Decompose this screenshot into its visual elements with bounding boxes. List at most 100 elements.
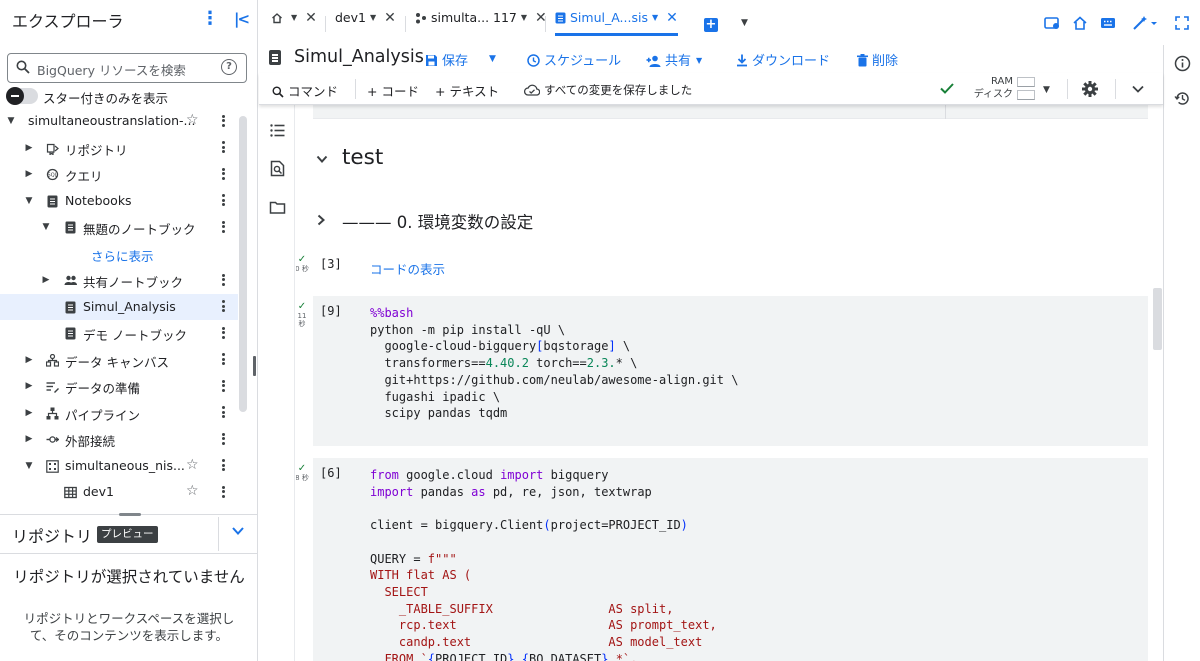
collapse-panel-icon[interactable]: |< xyxy=(230,8,252,30)
add-text-button[interactable]: + テキスト xyxy=(435,81,499,100)
home-icon[interactable] xyxy=(1071,14,1089,32)
close-icon[interactable]: ✕ xyxy=(305,10,317,26)
tree-item[interactable]: ▶ SQL クエリ xyxy=(0,161,238,188)
tab-query[interactable]: simulta... 117 ▼ ✕ xyxy=(415,10,547,36)
code-cell[interactable]: ✓ 0 秒 [3] コードの表示 xyxy=(296,249,1148,283)
more-options-icon[interactable] xyxy=(218,272,228,288)
caret-down-icon[interactable]: ▼ xyxy=(24,461,34,471)
tree-item[interactable]: ▶ データ キャンバス xyxy=(0,347,238,374)
table-of-contents-icon[interactable] xyxy=(269,122,286,139)
tree-item[interactable]: Simul_Analysis xyxy=(0,293,238,320)
folder-icon[interactable] xyxy=(269,199,286,216)
tree-item[interactable]: デモ ノートブック xyxy=(0,320,238,347)
tab-home[interactable]: ▼ ✕ xyxy=(271,10,317,36)
help-icon[interactable]: ? xyxy=(221,59,237,75)
tree-item[interactable]: ▼ 無題のノートブック xyxy=(0,214,238,241)
panel-resize-handle[interactable] xyxy=(253,356,256,376)
tree-item[interactable]: dev1 ☆ xyxy=(0,479,238,506)
tree-item[interactable]: ▶ パイプライン xyxy=(0,400,238,427)
chevron-right-icon[interactable] xyxy=(316,214,326,226)
more-options-icon[interactable] xyxy=(218,484,228,500)
more-options-icon[interactable] xyxy=(218,458,228,474)
more-options-icon[interactable] xyxy=(218,405,228,421)
tab-simul-analysis[interactable]: Simul_A...sis ▼ ✕ xyxy=(555,10,678,36)
tab-dropdown-icon[interactable]: ▼ xyxy=(291,13,297,22)
runtime-icon[interactable] xyxy=(1043,14,1061,32)
bigquery-search-input[interactable]: BigQuery リソースを検索 ? xyxy=(7,53,247,83)
chevron-down-icon[interactable] xyxy=(230,523,246,539)
resource-monitor[interactable]: RAM ディスク xyxy=(965,75,1035,101)
more-options-icon[interactable] xyxy=(218,352,228,368)
more-options-icon[interactable] xyxy=(218,219,228,235)
gear-icon[interactable] xyxy=(1081,80,1099,98)
save-options-dropdown[interactable]: ▼ xyxy=(489,54,496,64)
tab-overflow-icon[interactable]: ▼ xyxy=(741,18,748,28)
caret-right-icon[interactable]: ▶ xyxy=(24,381,34,391)
explorer-scrollbar[interactable] xyxy=(239,116,247,412)
info-icon[interactable] xyxy=(1174,55,1191,72)
more-options-icon[interactable] xyxy=(218,378,228,394)
close-icon[interactable]: ✕ xyxy=(666,10,678,26)
tree-item[interactable]: さらに表示 xyxy=(0,241,238,268)
more-options-icon[interactable] xyxy=(218,140,228,156)
tree-item[interactable]: ▼ simultaneous_nis... ☆ xyxy=(0,453,238,480)
schedule-button[interactable]: スケジュール xyxy=(527,50,621,69)
history-icon[interactable] xyxy=(1174,90,1191,107)
share-button[interactable]: 共有 ▼ xyxy=(646,50,702,69)
fullscreen-icon[interactable] xyxy=(1173,14,1191,32)
tree-item[interactable]: ▼ simultaneoustranslation-... ☆ xyxy=(0,108,238,135)
star-icon[interactable]: ☆ xyxy=(186,483,199,499)
code-cell[interactable]: ✓ 8 秒 [6] from google.cloud import bigque… xyxy=(296,458,1148,661)
more-options-icon[interactable] xyxy=(218,113,228,129)
starred-only-toggle[interactable] xyxy=(6,87,38,105)
show-code-link[interactable]: コードの表示 xyxy=(370,259,445,278)
more-options-icon[interactable] xyxy=(218,431,228,447)
chevron-down-icon[interactable] xyxy=(1131,82,1145,96)
keyboard-icon[interactable] xyxy=(1099,14,1117,32)
caret-right-icon[interactable]: ▶ xyxy=(41,275,51,285)
magic-edit-icon[interactable] xyxy=(1131,14,1159,32)
tab-dropdown-icon[interactable]: ▼ xyxy=(370,13,376,22)
more-options-icon[interactable] xyxy=(218,193,228,209)
chevron-down-icon[interactable] xyxy=(316,153,328,165)
explorer-more-icon[interactable]: ⋮ xyxy=(200,8,220,30)
tab-dropdown-icon[interactable]: ▼ xyxy=(652,13,658,22)
resource-dropdown-icon[interactable]: ▼ xyxy=(1043,85,1050,95)
tab-dev1[interactable]: dev1 ▼ ✕ xyxy=(335,10,396,36)
notebook-scrollbar[interactable] xyxy=(1153,288,1162,350)
caret-down-icon[interactable]: ▼ xyxy=(6,116,16,126)
close-icon[interactable]: ✕ xyxy=(384,10,396,26)
repository-panel-grip[interactable] xyxy=(119,513,141,516)
caret-down-icon[interactable]: ▼ xyxy=(24,196,34,206)
find-in-notebook-icon[interactable] xyxy=(269,160,286,177)
add-code-button[interactable]: + コード xyxy=(367,81,419,100)
caret-right-icon[interactable]: ▶ xyxy=(24,169,34,179)
tree-item[interactable]: ▶ リポジトリ xyxy=(0,135,238,162)
tree-item[interactable]: ▶ データの準備 xyxy=(0,373,238,400)
code-editor[interactable]: %%bash python -m pip install -qU \ googl… xyxy=(370,305,738,422)
commands-button[interactable]: コマンド xyxy=(272,81,338,100)
resource-tree: ▼ simultaneoustranslation-... ☆ ▶ リポジトリ ▶ SQL ク… xyxy=(0,108,238,506)
code-cell[interactable]: ✓ 11 秒 [9] %%bash python -m pip install -… xyxy=(298,296,1148,446)
tree-item[interactable]: ▶ 外部接続 xyxy=(0,426,238,453)
caret-right-icon[interactable]: ▶ xyxy=(24,355,34,365)
caret-right-icon[interactable]: ▶ xyxy=(24,408,34,418)
download-button[interactable]: ダウンロード xyxy=(736,50,830,69)
save-button[interactable]: 保存 xyxy=(425,50,468,69)
show-more-link[interactable]: さらに表示 xyxy=(91,246,154,265)
tree-item[interactable]: ▶ 共有ノートブック xyxy=(0,267,238,294)
more-options-icon[interactable] xyxy=(218,325,228,341)
caret-right-icon[interactable]: ▶ xyxy=(24,143,34,153)
more-options-icon[interactable] xyxy=(218,166,228,182)
notebook-name[interactable]: Simul_Analysis xyxy=(294,47,424,67)
more-options-icon[interactable] xyxy=(218,299,228,315)
star-icon[interactable]: ☆ xyxy=(186,112,199,128)
new-tab-icon[interactable]: + xyxy=(704,18,718,32)
caret-right-icon[interactable]: ▶ xyxy=(24,434,34,444)
star-icon[interactable]: ☆ xyxy=(186,457,199,473)
tree-item[interactable]: ▼ Notebooks xyxy=(0,188,238,215)
code-editor[interactable]: from google.cloud import bigquery import… xyxy=(370,467,717,661)
delete-button[interactable]: 削除 xyxy=(857,50,898,69)
caret-down-icon[interactable]: ▼ xyxy=(41,222,51,232)
tab-dropdown-icon[interactable]: ▼ xyxy=(521,13,527,22)
